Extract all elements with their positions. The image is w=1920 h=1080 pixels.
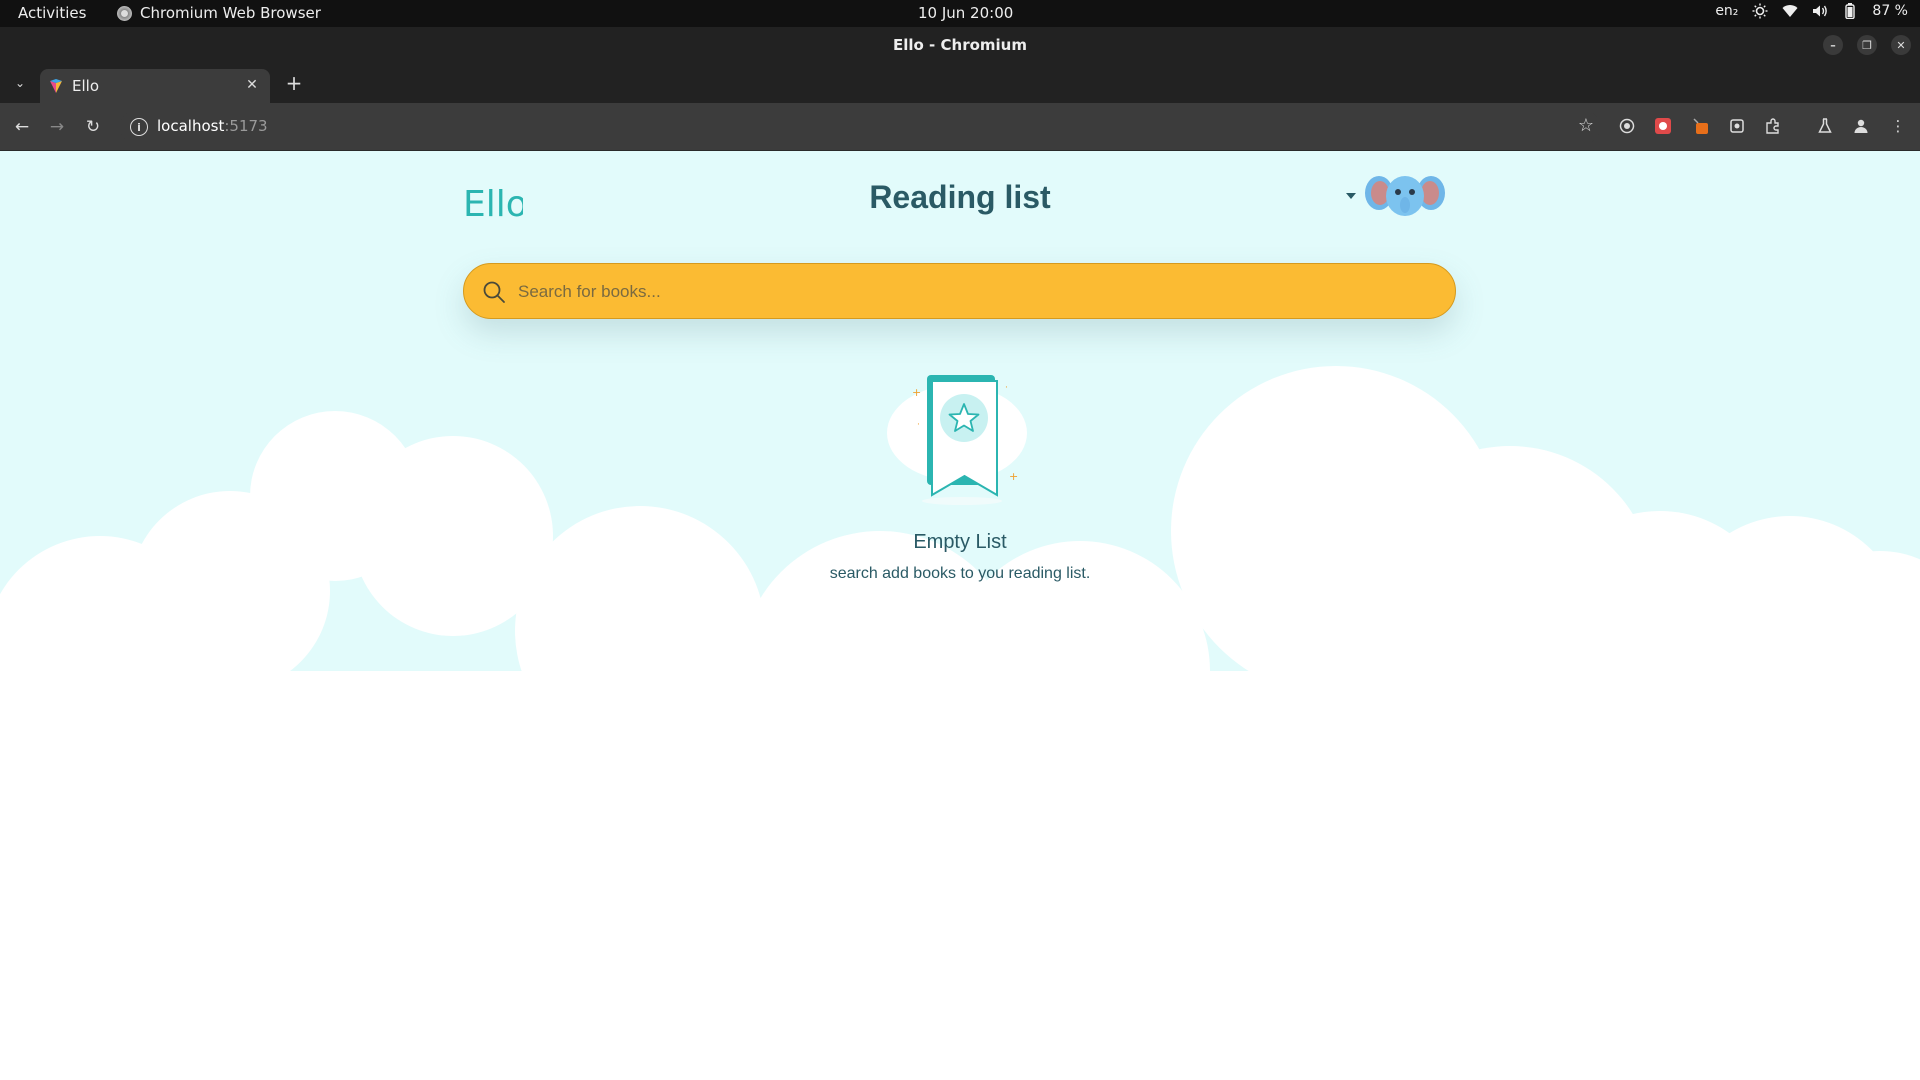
restore-button[interactable]: ❐	[1857, 35, 1877, 55]
svg-text:+: +	[912, 386, 921, 399]
empty-list-subtitle: search add books to you reading list.	[829, 565, 1091, 582]
app-name: Chromium Web Browser	[140, 4, 321, 22]
tab-ello[interactable]: Ello ✕	[40, 69, 270, 103]
forward-button[interactable]: →	[45, 115, 69, 139]
window-titlebar: Ello - Chromium – ❐ ✕	[0, 27, 1920, 63]
bookmark-star-icon[interactable]: ☆	[1578, 115, 1594, 136]
tab-close-button[interactable]: ✕	[242, 75, 262, 95]
brightness-icon[interactable]	[1752, 3, 1768, 19]
back-button[interactable]: ←	[10, 115, 34, 139]
url-port: :5173	[224, 117, 268, 135]
search-icon	[483, 281, 505, 303]
url-text[interactable]: localhost:5173	[157, 117, 268, 135]
volume-icon[interactable]	[1812, 3, 1828, 19]
search-input[interactable]	[518, 272, 1418, 312]
tab-title: Ello	[72, 77, 99, 95]
chromium-icon	[117, 5, 132, 21]
svg-text:·: ·	[1005, 383, 1008, 393]
minimize-button[interactable]: –	[1823, 35, 1843, 55]
close-window-button[interactable]: ✕	[1891, 35, 1911, 55]
user-menu[interactable]	[1346, 171, 1446, 221]
ello-page: Ello Reading list + · · +	[0, 151, 1920, 1080]
battery-percent: 87 %	[1872, 3, 1908, 19]
extensions-puzzle-icon[interactable]	[1762, 115, 1784, 137]
extension-red-icon[interactable]	[1652, 115, 1674, 137]
arrow-left-icon: ←	[14, 117, 30, 137]
activities-button[interactable]: Activities	[18, 4, 86, 22]
extension-orange-icon[interactable]	[1690, 115, 1712, 137]
ello-favicon-icon	[50, 79, 62, 93]
profile-icon[interactable]	[1850, 115, 1872, 137]
labs-flask-icon[interactable]	[1814, 115, 1836, 137]
extension-target-icon[interactable]	[1616, 115, 1638, 137]
elephant-avatar-icon	[1365, 176, 1445, 216]
app-menu[interactable]: Chromium Web Browser	[117, 4, 321, 22]
plus-icon: +	[285, 71, 303, 95]
window-title: Ello - Chromium	[893, 36, 1027, 54]
tab-strip: ⌄ Ello ✕ +	[0, 63, 1920, 103]
system-tray[interactable]: en₂ 87 %	[1715, 3, 1908, 19]
reload-button[interactable]: ↻	[81, 115, 105, 139]
new-tab-button[interactable]: +	[283, 71, 305, 95]
restore-icon: ❐	[1862, 38, 1872, 52]
book-search-bar[interactable]	[463, 263, 1456, 319]
arrow-right-icon: →	[49, 117, 65, 137]
clock[interactable]: 10 Jun 20:00	[918, 4, 1013, 22]
url-host: localhost	[157, 117, 225, 135]
menu-kebab-icon[interactable]: ⋮	[1887, 115, 1909, 137]
site-info-icon[interactable]: i	[130, 118, 148, 136]
battery-icon[interactable]	[1842, 3, 1858, 19]
page-title: Reading list	[869, 179, 1051, 215]
browser-toolbar: ← → ↻ i localhost:5173 ☆ ⋮	[0, 103, 1920, 151]
keyboard-layout[interactable]: en₂	[1715, 3, 1738, 19]
address-bar[interactable]: i localhost:5173 ☆	[120, 109, 1600, 145]
caret-down-icon	[1346, 193, 1356, 199]
chevron-down-icon: ⌄	[14, 76, 26, 90]
reload-icon: ↻	[85, 117, 101, 137]
os-top-bar: Activities Chromium Web Browser 10 Jun 2…	[0, 0, 1920, 27]
minimize-icon: –	[1830, 38, 1836, 52]
tab-search-button[interactable]: ⌄	[10, 73, 30, 93]
extension-bug-icon[interactable]	[1726, 115, 1748, 137]
empty-list-title: Empty List	[913, 531, 1007, 553]
svg-text:·: ·	[917, 420, 920, 430]
wifi-icon[interactable]	[1782, 3, 1798, 19]
empty-list-illustration: + · · +	[887, 375, 1027, 505]
close-icon: ✕	[1896, 38, 1906, 52]
svg-text:+: +	[1009, 470, 1018, 483]
